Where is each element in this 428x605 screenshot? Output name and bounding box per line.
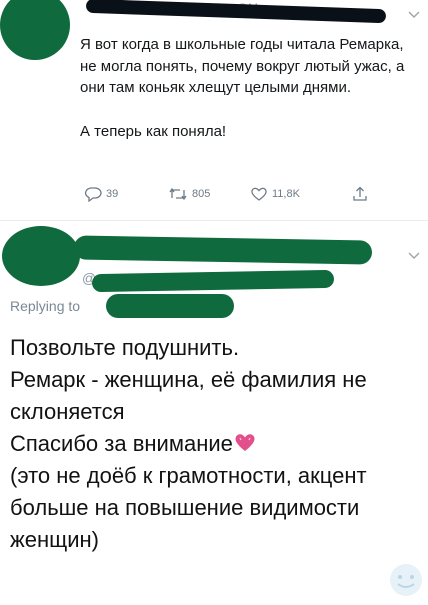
tweet-actions: 39 805 11,8K xyxy=(84,186,384,206)
tweet-text: Я вот когда в школьные годы читала Ремар… xyxy=(80,34,410,142)
replying-to-handle-redaction[interactable] xyxy=(106,294,234,318)
reply-count: 39 xyxy=(106,188,119,200)
author-handle-redaction xyxy=(91,269,335,293)
reply-text: Позвольте подушнить. Ремарк - женщина, е… xyxy=(10,332,420,556)
reply-line-3: Спасибо за внимание xyxy=(10,428,420,460)
tweet-paragraph-2: А теперь как поняла! xyxy=(80,122,227,140)
author-name-redaction xyxy=(73,235,373,265)
avatar-redacted[interactable] xyxy=(2,226,80,286)
retweet-count: 805 xyxy=(192,188,211,200)
retweet-button[interactable]: 805 xyxy=(168,186,210,202)
chevron-down-icon[interactable] xyxy=(408,11,420,19)
like-button[interactable]: 11,8K xyxy=(250,186,300,202)
tweet-paragraph-1: Я вот когда в школьные годы читала Ремар… xyxy=(80,36,405,96)
reply-button[interactable]: 39 xyxy=(84,186,118,202)
avatar-redacted[interactable] xyxy=(0,0,70,60)
heart-icon xyxy=(251,187,267,201)
chevron-down-icon[interactable] xyxy=(408,252,420,260)
reply-line-4: (это не доёб к грамотности, акцент больш… xyxy=(10,463,367,552)
reply-icon xyxy=(84,187,102,202)
reply-line-3-text: Спасибо за внимание xyxy=(10,431,233,456)
author-name-redaction xyxy=(85,0,387,24)
replying-to-label: Replying to xyxy=(10,298,81,314)
sparkling-heart-icon xyxy=(235,434,255,451)
smiley-icon xyxy=(390,564,422,596)
reply-line-1: Позвольте подушнить. xyxy=(10,335,240,360)
reply-line-2: Ремарк - женщина, её фамилия не склоняет… xyxy=(10,367,367,424)
share-icon xyxy=(353,186,367,201)
retweet-icon xyxy=(169,187,187,201)
like-count: 11,8K xyxy=(272,188,300,200)
share-button[interactable] xyxy=(352,186,372,202)
tweet-divider xyxy=(0,220,428,221)
emoji-sticker xyxy=(386,560,426,600)
